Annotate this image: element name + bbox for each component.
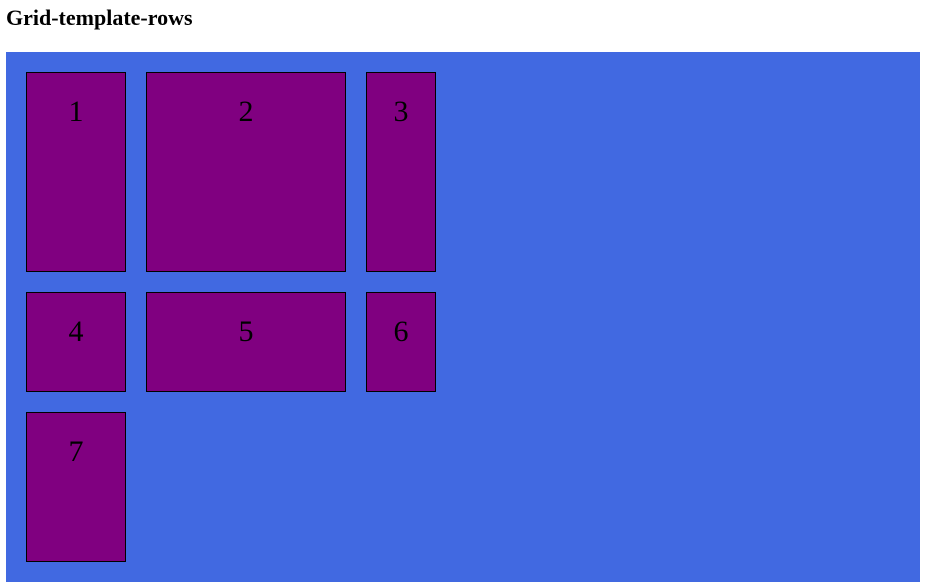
grid-item-5: 5 [146, 292, 346, 392]
page-title: Grid-template-rows [6, 5, 193, 30]
grid-container: 1 2 3 4 5 6 7 [6, 52, 920, 582]
grid-item-7: 7 [26, 412, 126, 562]
grid-item-3: 3 [366, 72, 436, 272]
grid-item-1: 1 [26, 72, 126, 272]
grid-item-6: 6 [366, 292, 436, 392]
grid-item-4: 4 [26, 292, 126, 392]
grid-item-2: 2 [146, 72, 346, 272]
